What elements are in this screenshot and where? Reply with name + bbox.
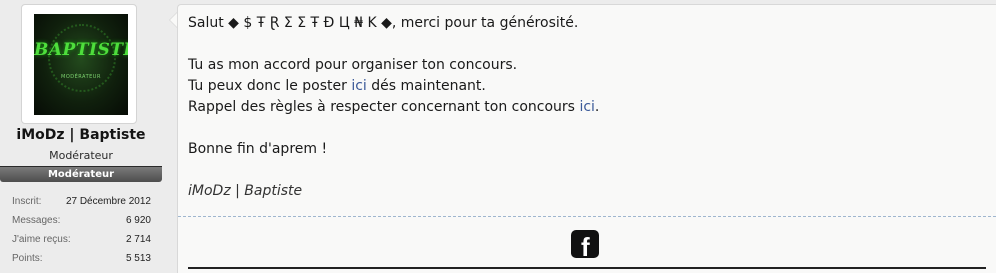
user-sidebar: BAPTISTE MODÉRATEUR iMoDz | Baptiste Mod… (0, 0, 166, 268)
text-segment: . (594, 99, 600, 115)
stat-label: J'aime reçus: (12, 234, 71, 245)
message-content: Salut ◆ $ Ŧ Ɽ Σ Σ Ŧ Đ Ц ₦ K ◆, merci pou… (188, 13, 599, 202)
stat-row-points: Points: 5 513 (7, 253, 153, 272)
rules-link[interactable]: ici (579, 99, 594, 115)
post-body: Salut ◆ $ Ŧ Ɽ Σ Σ Ŧ Đ Ц ₦ K ◆, merci pou… (177, 4, 996, 273)
text-segment: dés maintenant. (366, 78, 486, 94)
closing-line: Bonne fin d'aprem ! (188, 141, 328, 157)
text-segment: Tu peux donc le poster (188, 78, 352, 94)
accord-line: Tu as mon accord pour organiser ton conc… (188, 57, 518, 73)
avatar-title: BAPTISTE (34, 40, 128, 60)
stat-value: 27 Décembre 2012 (65, 196, 151, 207)
username-link[interactable]: iMoDz | Baptiste (0, 127, 162, 143)
user-title: Modérateur (49, 149, 113, 162)
text-segment: Rappel des règles à respecter concernant… (188, 99, 580, 115)
stat-label: Points: (12, 253, 43, 264)
role-banner: Modérateur (0, 166, 162, 182)
avatar-frame: BAPTISTE MODÉRATEUR (21, 4, 137, 124)
stat-row-joined: Inscrit: 27 Décembre 2012 (7, 196, 153, 215)
post-here-link[interactable]: ici (351, 78, 366, 94)
facebook-icon[interactable]: f (571, 230, 599, 260)
stat-label: Inscrit: (12, 196, 42, 207)
stat-label: Messages: (12, 215, 61, 226)
stat-value: 2 714 (125, 234, 151, 245)
user-stats: Inscrit: 27 Décembre 2012 Messages: 6 92… (7, 196, 153, 272)
avatar-subtitle: MODÉRATEUR (61, 74, 101, 80)
stat-value-link[interactable]: 6 920 (126, 215, 151, 226)
rules-line: Rappel des règles à respecter concernant… (188, 97, 599, 118)
signature-footer-bar (188, 267, 986, 269)
signature-text: iMoDz | Baptiste (188, 183, 303, 199)
greeting-line: Salut ◆ $ Ŧ Ɽ Σ Σ Ŧ Đ Ц ₦ K ◆, merci pou… (188, 15, 579, 31)
stat-value-link[interactable]: 5 513 (126, 253, 151, 264)
avatar[interactable]: BAPTISTE MODÉRATEUR (34, 14, 128, 115)
stat-row-likes: J'aime reçus: 2 714 (7, 234, 153, 253)
post-here-line: Tu peux donc le poster ici dés maintenan… (188, 76, 599, 97)
stat-row-messages: Messages: 6 920 (7, 215, 153, 234)
signature-separator (178, 216, 996, 217)
